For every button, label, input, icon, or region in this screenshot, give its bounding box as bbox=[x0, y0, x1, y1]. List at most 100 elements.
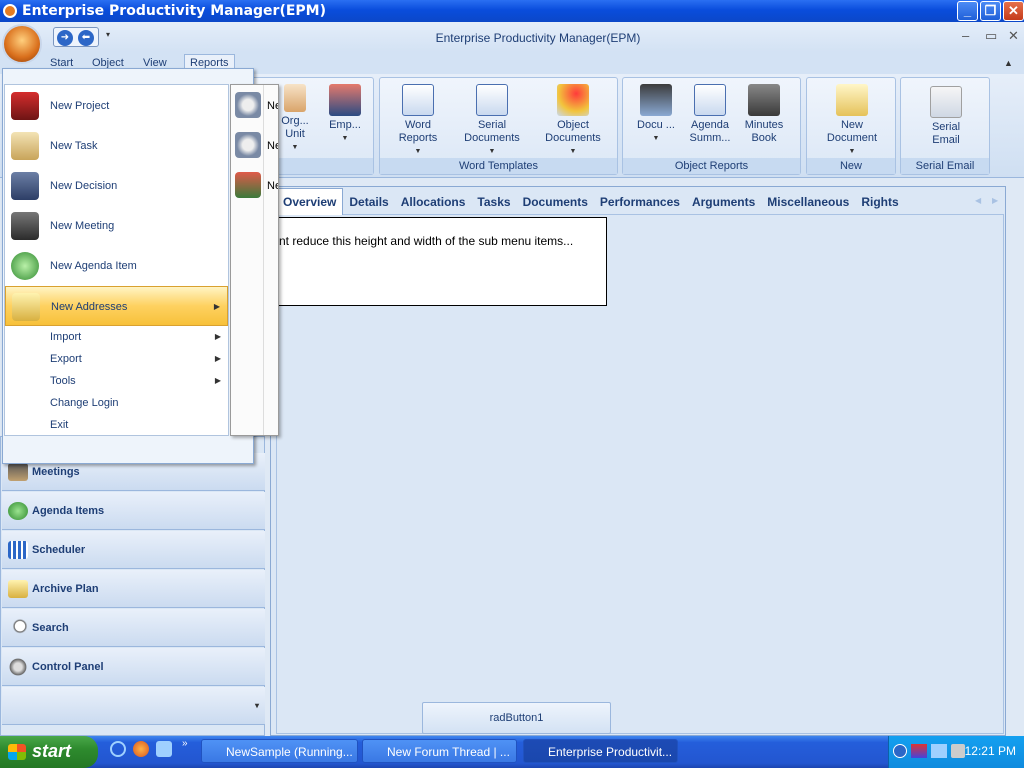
nav-item-agenda-items[interactable]: Agenda Items bbox=[2, 492, 265, 530]
word-reports-icon bbox=[402, 84, 434, 116]
menu-item-new-project[interactable]: New Project bbox=[5, 86, 228, 126]
group-label-new: New bbox=[807, 158, 895, 174]
ribbon-close-icon[interactable]: ✕ bbox=[1008, 28, 1019, 44]
minutes-book-button[interactable]: Minutes Book bbox=[741, 84, 787, 145]
quicklaunch-more-icon[interactable]: » bbox=[182, 738, 188, 749]
meeting-icon bbox=[11, 212, 39, 240]
settings-icon bbox=[235, 92, 261, 118]
ie-icon[interactable] bbox=[110, 741, 126, 757]
org-unit-button[interactable]: Org... Unit ▼ bbox=[279, 84, 311, 154]
gear-icon bbox=[8, 658, 28, 676]
scheduler-icon bbox=[8, 541, 28, 559]
start-button[interactable]: start bbox=[0, 736, 98, 768]
menu-item-export[interactable]: Export ▶ bbox=[5, 348, 228, 370]
menu-item-change-login[interactable]: Change Login bbox=[5, 392, 228, 414]
tab-overview[interactable]: Overview bbox=[276, 188, 344, 215]
employee-icon bbox=[329, 84, 361, 116]
restore-icon[interactable]: ❐ bbox=[980, 1, 1001, 21]
application-orb[interactable] bbox=[2, 24, 42, 64]
volume-icon[interactable] bbox=[951, 744, 965, 758]
object-documents-icon bbox=[557, 84, 589, 116]
nav-item-scheduler[interactable]: Scheduler bbox=[2, 531, 265, 569]
object-documents-button[interactable]: Object Documents ▼ bbox=[542, 84, 604, 158]
agenda-summary-button[interactable]: Agenda Summ... bbox=[685, 84, 735, 145]
tab-rights[interactable]: Rights bbox=[855, 189, 904, 215]
archive-plan-icon bbox=[8, 580, 28, 598]
new-document-button[interactable]: New Document ▼ bbox=[821, 84, 883, 158]
menu-item-new-task[interactable]: New Task bbox=[5, 126, 228, 166]
app-icon bbox=[3, 4, 17, 18]
agenda-items-icon bbox=[8, 502, 28, 520]
task-forum-thread[interactable]: New Forum Thread | ... bbox=[362, 739, 517, 763]
menu-item-tools[interactable]: Tools ▶ bbox=[5, 370, 228, 392]
documents-button[interactable]: Docu ... ▼ bbox=[633, 84, 679, 145]
task-newsample[interactable]: NewSample (Running... bbox=[201, 739, 358, 763]
tab-performances[interactable]: Performances bbox=[594, 189, 686, 215]
group-label-serial-email: Serial Email bbox=[901, 158, 989, 174]
agenda-icon bbox=[11, 252, 39, 280]
window-title: Enterprise Productivity Manager(EPM) bbox=[22, 3, 326, 19]
navigation-pane: Meetings Agenda Items Scheduler Archive … bbox=[0, 436, 265, 736]
minimize-icon[interactable]: _ bbox=[957, 1, 978, 21]
windows-logo-icon bbox=[8, 744, 26, 760]
ribbon-minimize-icon[interactable]: – bbox=[962, 28, 969, 43]
submenu-arrow-icon: ▶ bbox=[213, 302, 220, 311]
nav-overflow[interactable]: ▾ bbox=[2, 687, 265, 725]
submenu-item-1[interactable]: Ne bbox=[233, 86, 278, 126]
tab-arguments[interactable]: Arguments bbox=[686, 189, 761, 215]
menu-item-new-meeting[interactable]: New Meeting bbox=[5, 206, 228, 246]
agenda-summary-icon bbox=[694, 84, 726, 116]
serial-email-button[interactable]: Serial Email bbox=[919, 86, 973, 147]
decision-icon bbox=[11, 172, 39, 200]
settings-icon bbox=[235, 132, 261, 158]
tab-tasks[interactable]: Tasks bbox=[471, 189, 516, 215]
project-icon bbox=[11, 92, 39, 120]
application-menu-list: New Project New Task New Decision New Me… bbox=[4, 84, 229, 436]
network-icon[interactable] bbox=[931, 744, 947, 758]
submenu-item-2[interactable]: Ne bbox=[233, 126, 278, 166]
window-title-bar: Enterprise Productivity Manager(EPM) bbox=[0, 0, 1024, 22]
tray-app-icon[interactable] bbox=[911, 744, 927, 758]
group-label-word-templates: Word Templates bbox=[380, 158, 617, 174]
ribbon-group-new: New Document ▼ New bbox=[806, 77, 896, 175]
org-unit-icon bbox=[284, 84, 306, 112]
nav-item-control-panel[interactable]: Control Panel bbox=[2, 648, 265, 686]
ribbon-group-object-reports: Docu ... ▼ Agenda Summ... Minutes Book O… bbox=[622, 77, 801, 175]
documents-icon bbox=[640, 84, 672, 116]
group-label-object-reports: Object Reports bbox=[623, 158, 800, 174]
serial-documents-button[interactable]: Serial Documents ▼ bbox=[464, 84, 520, 158]
tab-scroll-left-icon[interactable]: ◀ bbox=[975, 196, 981, 205]
close-icon[interactable]: ✕ bbox=[1003, 1, 1024, 21]
tab-details[interactable]: Details bbox=[343, 189, 394, 215]
addresses-submenu: Ne Ne Ne bbox=[230, 84, 279, 436]
system-tray: 12:21 PM bbox=[888, 736, 1024, 768]
ribbon-app-title: Enterprise Productivity Manager(EPM) bbox=[435, 31, 641, 45]
ribbon-restore-icon[interactable]: ▭ bbox=[985, 28, 997, 44]
employee-button[interactable]: Emp... ▼ bbox=[325, 84, 365, 145]
nav-item-archive-plan[interactable]: Archive Plan bbox=[2, 570, 265, 608]
nav-item-search[interactable]: Search bbox=[2, 609, 265, 647]
menu-item-exit[interactable]: Exit bbox=[5, 414, 228, 436]
minutes-book-icon bbox=[748, 84, 780, 116]
firefox-icon[interactable] bbox=[133, 741, 149, 757]
tab-miscellaneous[interactable]: Miscellaneous bbox=[761, 189, 855, 215]
menu-item-new-decision[interactable]: New Decision bbox=[5, 166, 228, 206]
note-text: I want reduce this height and width of t… bbox=[257, 234, 593, 296]
word-reports-button[interactable]: Word Reports ▼ bbox=[392, 84, 444, 158]
submenu-item-3[interactable]: Ne bbox=[233, 166, 278, 206]
detail-tabs: Overview Details Allocations Tasks Documents… bbox=[276, 188, 905, 215]
menu-item-new-agenda-item[interactable]: New Agenda Item bbox=[5, 246, 228, 286]
email-icon bbox=[930, 86, 962, 118]
quicklaunch-icon[interactable] bbox=[156, 741, 172, 757]
addresses-icon bbox=[12, 293, 40, 321]
menu-item-import[interactable]: Import ▶ bbox=[5, 326, 228, 348]
add-person-icon bbox=[235, 172, 261, 198]
ribbon-collapse-icon[interactable]: ▲ bbox=[1004, 58, 1013, 68]
tray-expand-icon[interactable] bbox=[893, 744, 907, 758]
tab-scroll-right-icon[interactable]: ▶ bbox=[992, 196, 998, 205]
menu-item-new-addresses[interactable]: New Addresses ▶ bbox=[5, 286, 228, 326]
rad-button[interactable]: radButton1 bbox=[422, 702, 611, 734]
tab-allocations[interactable]: Allocations bbox=[395, 189, 472, 215]
tab-documents[interactable]: Documents bbox=[517, 189, 594, 215]
task-epm[interactable]: Enterprise Productivit... bbox=[523, 739, 678, 763]
